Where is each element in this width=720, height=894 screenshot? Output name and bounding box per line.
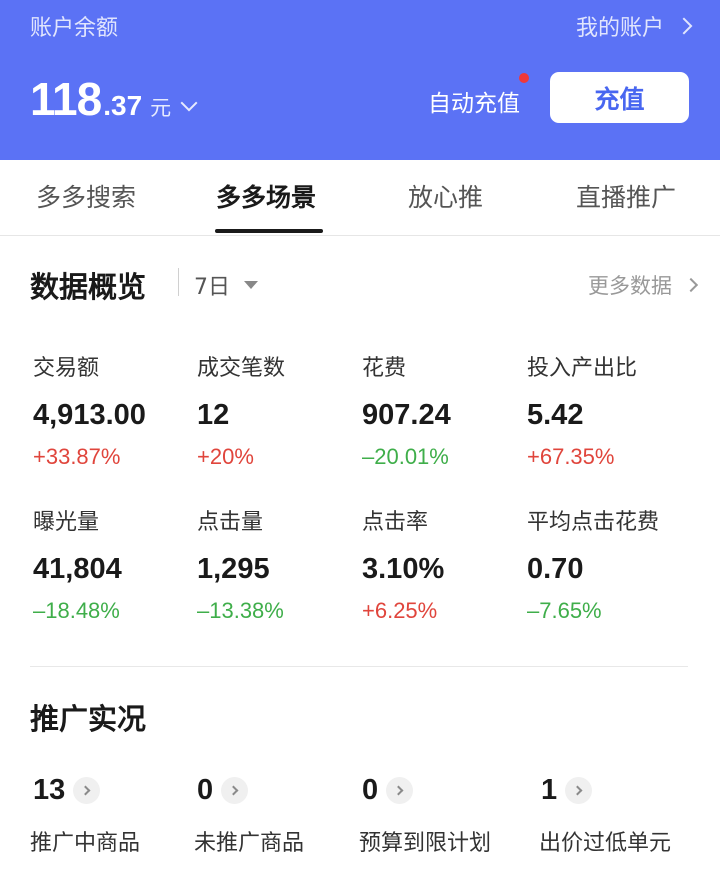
account-header: 账户余额 我的账户 118 .37 元 自动充值 充值: [0, 0, 720, 160]
stat-label: 未推广商品: [194, 831, 305, 856]
chevron-right-icon: [675, 17, 693, 35]
chevron-right-icon: [683, 277, 699, 293]
circle-chevron-right-icon[interactable]: [565, 777, 593, 804]
stat-label: 推广中商品: [30, 831, 141, 856]
metric-roi[interactable]: 投入产出比 5.42 +67.35%: [527, 350, 697, 470]
tab-fangxin-tui[interactable]: 放心推: [408, 178, 483, 214]
dropdown-triangle-icon: [244, 281, 258, 289]
overview-title: 数据概览: [30, 270, 147, 304]
promo-stat-low-bid-units[interactable]: 1 出价过低单元: [539, 774, 672, 857]
more-data-label: 更多数据: [588, 274, 672, 298]
metric-label: 曝光量: [33, 510, 100, 535]
circle-chevron-right-icon[interactable]: [386, 777, 414, 804]
metric-spend[interactable]: 花费 907.24 –20.01%: [362, 350, 532, 470]
circle-chevron-right-icon[interactable]: [221, 777, 249, 804]
stat-value: 13: [33, 774, 66, 806]
metric-order-count[interactable]: 成交笔数 12 +20%: [197, 350, 367, 470]
my-account-link[interactable]: 我的账户: [575, 10, 693, 42]
metric-change: +20%: [197, 444, 254, 469]
metric-label: 交易额: [33, 356, 100, 381]
metric-clicks[interactable]: 点击量 1,295 –13.38%: [197, 504, 367, 624]
promo-stat-unpromoted-goods[interactable]: 0 未推广商品: [194, 774, 305, 857]
chevron-down-icon[interactable]: [180, 94, 198, 112]
balance-decimal: .37: [103, 90, 143, 121]
section-divider: [30, 666, 688, 667]
tab-live-promo[interactable]: 直播推广: [576, 178, 676, 214]
period-select[interactable]: 7日: [194, 269, 258, 301]
metric-impressions[interactable]: 曝光量 41,804 –18.48%: [33, 504, 203, 624]
metric-change: –13.38%: [197, 598, 284, 623]
promo-stat-budget-limit[interactable]: 0 预算到限计划: [359, 774, 492, 857]
stat-value: 0: [362, 774, 379, 806]
metric-label: 点击率: [362, 510, 429, 535]
stat-label: 预算到限计划: [359, 831, 492, 856]
stat-label: 出价过低单元: [539, 831, 672, 856]
metric-change: +6.25%: [362, 598, 438, 623]
campaign-tabs: 多多搜索 多多场景 放心推 直播推广: [0, 160, 720, 236]
metric-label: 花费: [362, 356, 407, 381]
metric-value: 12: [197, 399, 230, 431]
tab-duoduo-search[interactable]: 多多搜索: [36, 178, 136, 214]
recharge-button[interactable]: 充值: [550, 72, 689, 123]
active-tab-indicator: [215, 229, 323, 233]
tab-duoduo-scene[interactable]: 多多场景: [216, 178, 316, 214]
stat-value: 0: [197, 774, 214, 806]
period-value: 7日: [194, 275, 230, 300]
more-data-link[interactable]: 更多数据: [588, 270, 699, 300]
balance-integer: 118: [30, 73, 102, 125]
metric-value: 5.42: [527, 399, 584, 431]
notification-dot: [519, 73, 529, 83]
metric-avg-cpc[interactable]: 平均点击花费 0.70 –7.65%: [527, 504, 697, 624]
divider: [178, 268, 179, 296]
metric-value: 3.10%: [362, 553, 445, 585]
metric-value: 1,295: [197, 553, 270, 585]
metric-change: –18.48%: [33, 598, 120, 623]
balance-amount[interactable]: 118 .37 元: [30, 72, 198, 126]
balance-unit: 元: [150, 96, 172, 120]
circle-chevron-right-icon[interactable]: [73, 777, 101, 804]
auto-recharge-link[interactable]: 自动充值: [428, 84, 520, 118]
metric-change: +67.35%: [527, 444, 615, 469]
account-balance-label: 账户余额: [30, 16, 119, 41]
metric-transaction-amount[interactable]: 交易额 4,913.00 +33.87%: [33, 350, 203, 470]
metric-value: 4,913.00: [33, 399, 146, 431]
my-account-label: 我的账户: [575, 16, 664, 41]
metric-label: 平均点击花费: [527, 510, 660, 535]
metric-change: –20.01%: [362, 444, 449, 469]
metric-ctr[interactable]: 点击率 3.10% +6.25%: [362, 504, 532, 624]
promo-status-title: 推广实况: [30, 702, 147, 736]
promo-stat-active-goods[interactable]: 13 推广中商品: [30, 774, 141, 857]
metric-label: 成交笔数: [197, 356, 286, 381]
metric-change: +33.87%: [33, 444, 121, 469]
metric-value: 907.24: [362, 399, 451, 431]
metric-change: –7.65%: [527, 598, 602, 623]
metric-value: 41,804: [33, 553, 122, 585]
metric-value: 0.70: [527, 553, 584, 585]
stat-value: 1: [541, 774, 558, 806]
metric-label: 点击量: [197, 510, 264, 535]
metric-label: 投入产出比: [527, 356, 638, 381]
